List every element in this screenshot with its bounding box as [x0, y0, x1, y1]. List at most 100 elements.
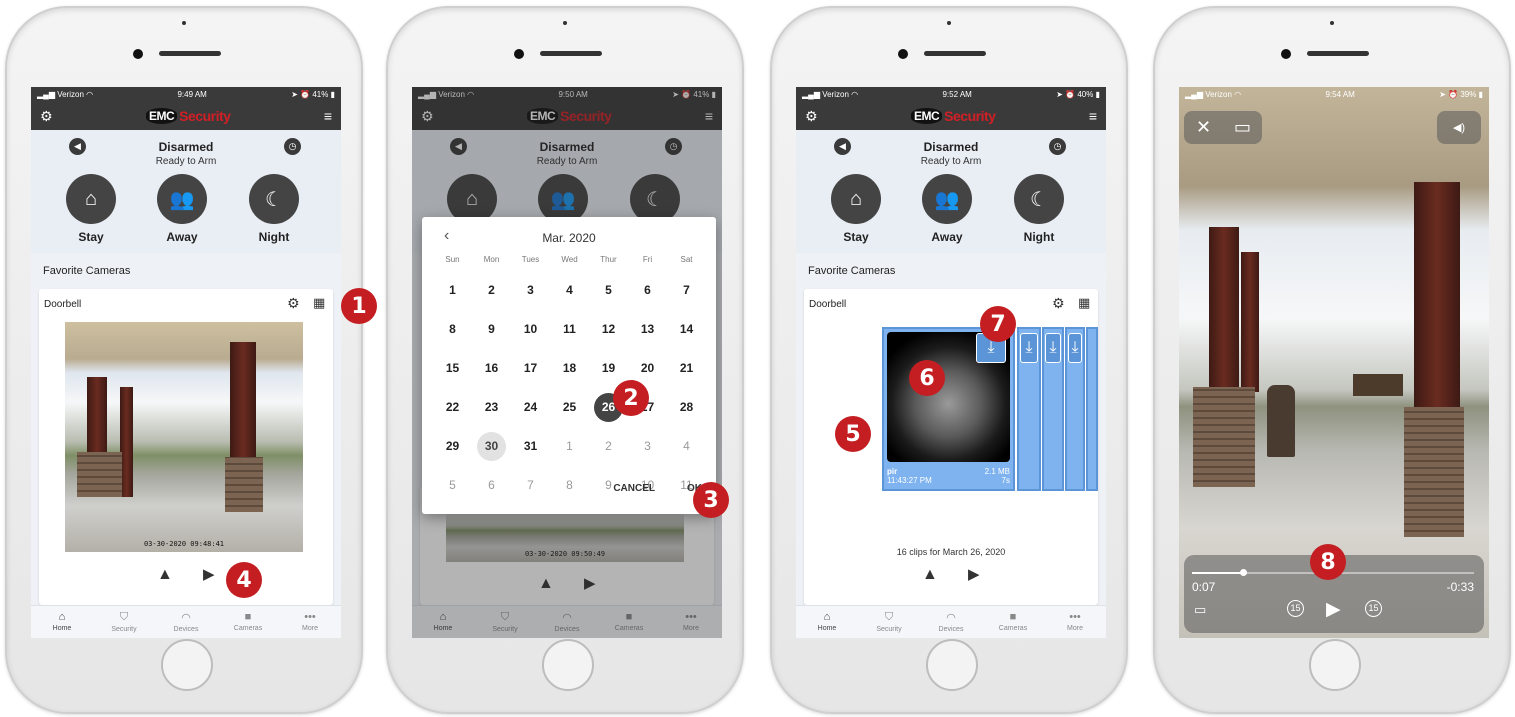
calendar-day[interactable]: 10: [511, 310, 550, 349]
aspect-ratio-icon[interactable]: ▭: [1223, 111, 1262, 144]
tab-devices[interactable]: ◠ Devices: [155, 606, 217, 638]
app-logo: EMC Security: [145, 106, 231, 126]
tab-home[interactable]: ⌂ Home: [796, 606, 858, 638]
night-mode-button[interactable]: ☾ Night: [244, 174, 304, 244]
app-bar: ⚙ EMC Security ≡: [31, 102, 341, 130]
download-icon[interactable]: ⤓: [1045, 333, 1061, 363]
calendar-day[interactable]: 21: [667, 349, 706, 388]
calendar-icon[interactable]: ▦: [1078, 295, 1090, 311]
dialog-actions: CANCEL OK: [613, 483, 702, 494]
shield-icon: ⛉: [119, 611, 129, 623]
clip-thumbnail[interactable]: [1086, 327, 1098, 491]
favorites-heading: Favorite Cameras: [43, 265, 131, 277]
gear-icon[interactable]: ⚙: [40, 108, 53, 125]
download-icon[interactable]: ⤓: [1068, 333, 1082, 363]
volume-icon[interactable]: ◀): [1437, 111, 1481, 144]
clip-playback-icon[interactable]: ▶: [203, 565, 215, 583]
calendar-day[interactable]: 25: [550, 388, 589, 427]
calendar-day[interactable]: 9: [472, 310, 511, 349]
camera-snapshot[interactable]: 03-30-2020 09:48:41: [65, 322, 303, 552]
away-mode-button[interactable]: 👥 Away: [917, 174, 977, 244]
clip-thumbnail[interactable]: ⤓: [1065, 327, 1085, 491]
clip-thumbnail[interactable]: ⤓: [1017, 327, 1041, 491]
calendar-day[interactable]: 16: [472, 349, 511, 388]
video-camera-icon[interactable]: ▲: [157, 566, 173, 584]
home-button[interactable]: [161, 639, 213, 691]
stay-mode-button[interactable]: ⌂ Stay: [826, 174, 886, 244]
calendar-day[interactable]: 31: [511, 427, 550, 466]
video-camera-icon[interactable]: ▲: [922, 566, 938, 584]
calendar-day[interactable]: 18: [550, 349, 589, 388]
clip-thumbnail[interactable]: ⤓: [1042, 327, 1064, 491]
calendar-day[interactable]: 15: [433, 349, 472, 388]
home-button[interactable]: [1309, 639, 1361, 691]
calendar-day[interactable]: 7: [667, 271, 706, 310]
weekday-label: Sat: [680, 255, 693, 264]
calendar-icon[interactable]: ▦: [313, 295, 325, 311]
clip-size: 2.1 MB: [984, 467, 1010, 476]
date-picker-dialog: ‹ Mar. 2020 Sun Mon Tues Wed Thur Fri Sat 1 2 3 4 5…: [422, 217, 716, 514]
arm-panel: ◀ ◷ Disarmed Ready to Arm ⌂ Stay 👥 Away ☾ N…: [796, 130, 1106, 253]
edit-list-icon[interactable]: ≡: [1089, 108, 1097, 124]
tab-devices[interactable]: ◠ Devices: [920, 606, 982, 638]
edit-list-icon[interactable]: ≡: [324, 108, 332, 124]
calendar-day[interactable]: 3: [511, 271, 550, 310]
calendar-day[interactable]: 24: [511, 388, 550, 427]
camera-settings-gear-icon[interactable]: ⚙: [287, 295, 300, 312]
calendar-day[interactable]: 22: [433, 388, 472, 427]
tab-security[interactable]: ⛉ Security: [858, 606, 920, 638]
calendar-day[interactable]: 23: [472, 388, 511, 427]
tab-security[interactable]: ⛉ Security: [93, 606, 155, 638]
stone-base-left: [1193, 387, 1255, 487]
people-icon: 👥: [922, 174, 972, 224]
stone-base-right: [1404, 407, 1464, 537]
arm-status: Disarmed: [158, 140, 214, 154]
skip-back-icon[interactable]: 15: [1287, 600, 1304, 617]
scrubber-knob[interactable]: [1239, 569, 1247, 576]
clip-playback-icon[interactable]: ▶: [968, 565, 980, 583]
calendar-day[interactable]: 5: [589, 271, 628, 310]
tab-cameras[interactable]: ■ Cameras: [217, 606, 279, 638]
home-button[interactable]: [542, 639, 594, 691]
calendar-day[interactable]: 17: [511, 349, 550, 388]
clip-thumbnail-selected[interactable]: ⤓ pir 2.1 MB 11:43:27 PM 7s: [882, 327, 1015, 491]
download-icon[interactable]: ⤓: [1020, 333, 1038, 363]
calendar-day[interactable]: 28: [667, 388, 706, 427]
skip-forward-icon[interactable]: 15: [1365, 600, 1382, 617]
calendar-day[interactable]: 1: [433, 271, 472, 310]
weekday-label: Tues: [521, 255, 540, 264]
home-icon: ⌂: [831, 174, 881, 224]
tab-cameras[interactable]: ■ Cameras: [982, 606, 1044, 638]
calendar-day[interactable]: 13: [628, 310, 667, 349]
away-mode-button[interactable]: 👥 Away: [152, 174, 212, 244]
gear-icon[interactable]: ⚙: [805, 108, 818, 125]
home-button[interactable]: [926, 639, 978, 691]
night-mode-button[interactable]: ☾ Night: [1009, 174, 1069, 244]
stay-mode-button[interactable]: ⌂ Stay: [61, 174, 121, 244]
weekday-label: Wed: [561, 255, 578, 264]
calendar-day[interactable]: 6: [628, 271, 667, 310]
calendar-day[interactable]: 30: [472, 427, 511, 466]
cancel-button[interactable]: CANCEL: [613, 483, 655, 494]
play-icon[interactable]: ▶: [1326, 598, 1341, 621]
calendar-day[interactable]: 8: [433, 310, 472, 349]
calendar-day[interactable]: 14: [667, 310, 706, 349]
home-tab-icon: ⌂: [58, 611, 66, 623]
tab-more[interactable]: ••• More: [279, 606, 341, 638]
clip-duration: 7s: [1001, 476, 1010, 485]
remaining-time: -0:33: [1446, 580, 1474, 594]
weekday-label: Thur: [600, 255, 617, 264]
calendar-day[interactable]: 2: [472, 271, 511, 310]
tab-home[interactable]: ⌂ Home: [31, 606, 93, 638]
calendar-day[interactable]: 12: [589, 310, 628, 349]
calendar-day[interactable]: 11: [550, 310, 589, 349]
camera-settings-gear-icon[interactable]: ⚙: [1052, 295, 1065, 312]
camera-icon: ■: [1009, 611, 1017, 623]
calendar-day: 1: [566, 439, 573, 453]
clips-summary: 16 clips for March 26, 2020: [896, 547, 1006, 557]
airplay-icon[interactable]: ▭: [1194, 602, 1206, 618]
close-icon[interactable]: ✕: [1184, 111, 1223, 144]
calendar-day[interactable]: 4: [550, 271, 589, 310]
calendar-day[interactable]: 29: [433, 427, 472, 466]
tab-more[interactable]: ••• More: [1044, 606, 1106, 638]
